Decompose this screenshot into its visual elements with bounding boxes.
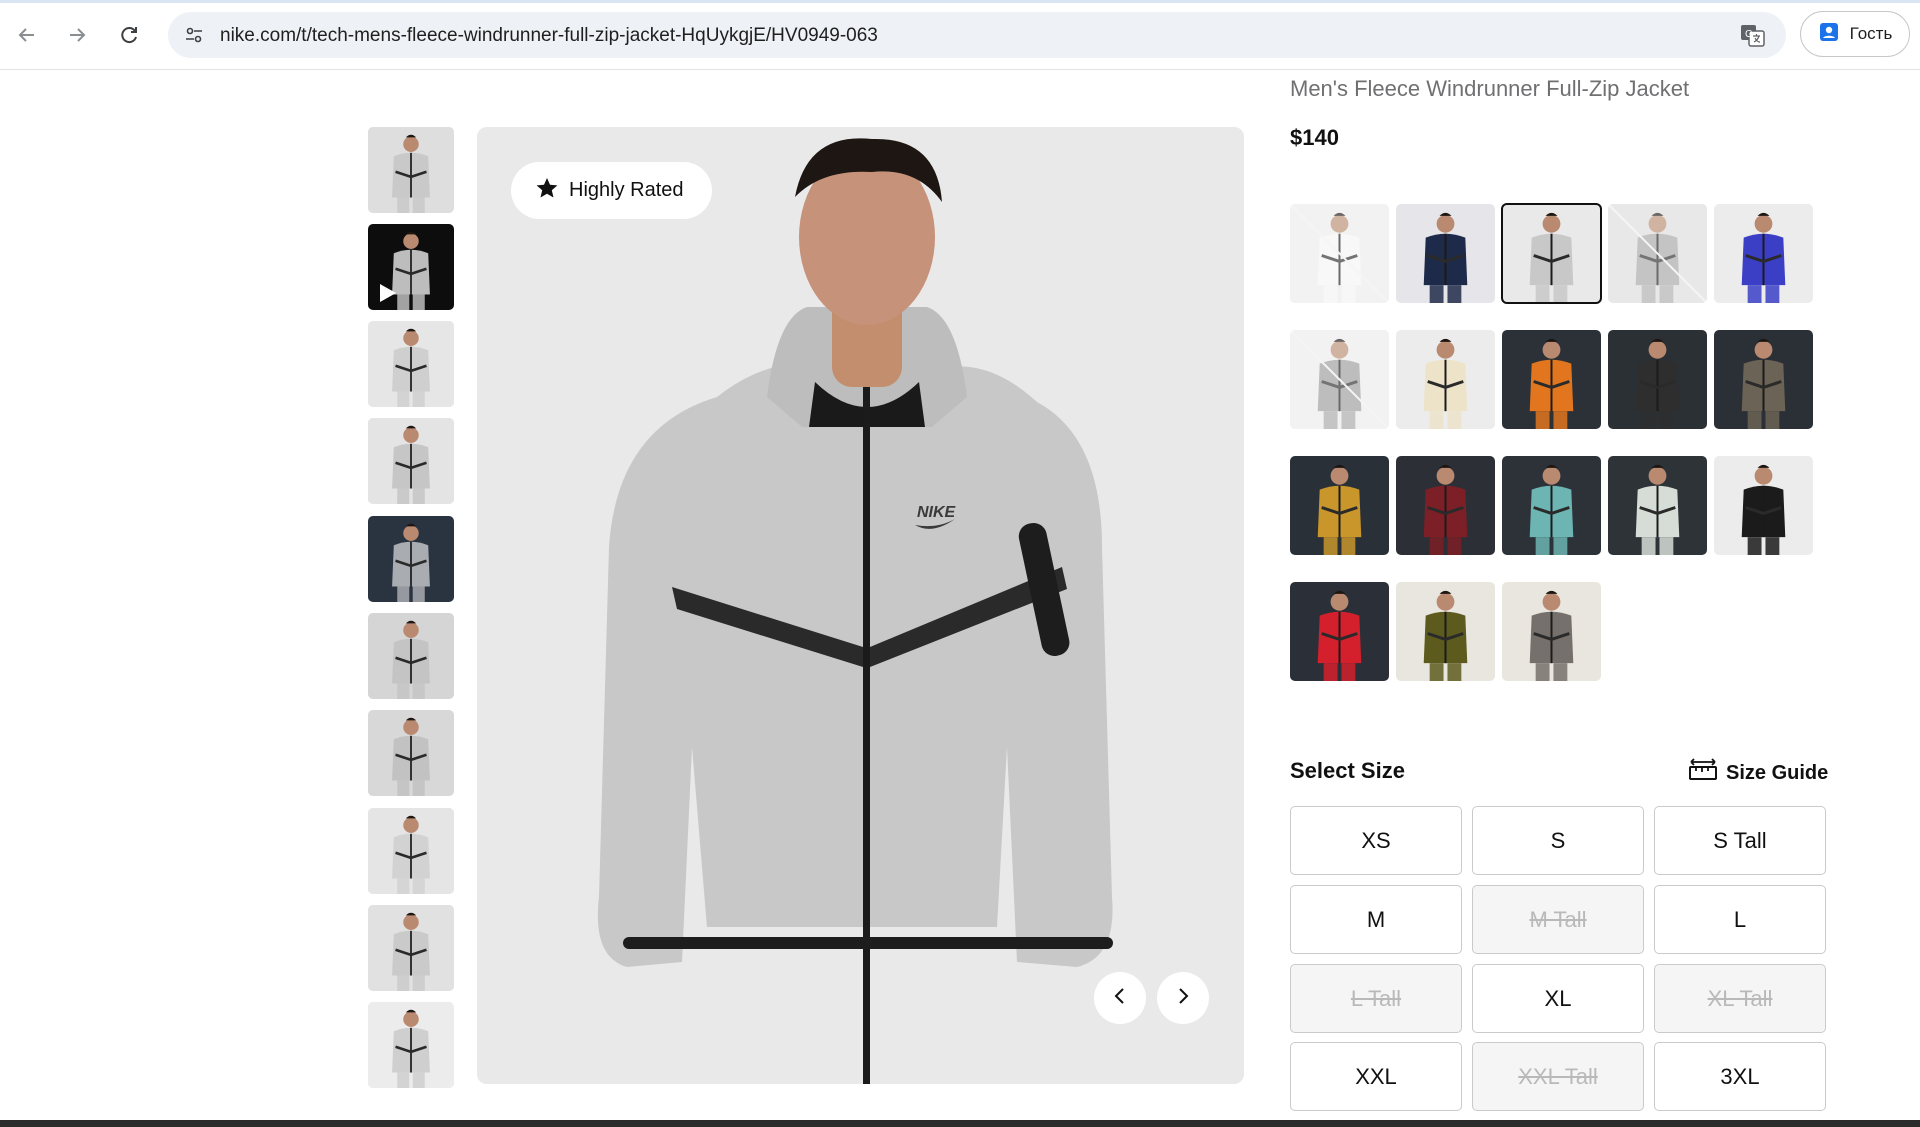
- reload-icon[interactable]: [111, 17, 147, 53]
- forward-arrow-icon[interactable]: [59, 17, 95, 53]
- size-option-xxl[interactable]: XXL: [1290, 1042, 1462, 1111]
- colorway-swatch-15[interactable]: [1714, 456, 1813, 555]
- size-option-l[interactable]: L: [1654, 885, 1826, 954]
- size-option-l-tall[interactable]: L Tall: [1290, 964, 1462, 1033]
- thumbnail-1[interactable]: [368, 127, 454, 213]
- svg-text:NIKE: NIKE: [917, 504, 957, 521]
- profile-label: Гость: [1849, 24, 1893, 43]
- thumbnail-9[interactable]: [368, 905, 454, 991]
- size-option-3xl[interactable]: 3XL: [1654, 1042, 1826, 1111]
- colorway-swatch-5[interactable]: [1714, 204, 1813, 303]
- size-option-xs[interactable]: XS: [1290, 806, 1462, 875]
- product-title: Men's Fleece Windrunner Full-Zip Jacket: [1290, 76, 1690, 101]
- size-option-xl-tall[interactable]: XL Tall: [1654, 964, 1826, 1033]
- select-size-heading: Select Size: [1290, 758, 1405, 783]
- colorway-swatch-11[interactable]: [1290, 456, 1389, 555]
- colorway-swatch-2[interactable]: [1396, 204, 1495, 303]
- thumbnail-6[interactable]: [368, 613, 454, 699]
- url-text[interactable]: nike.com/t/tech-mens-fleece-windrunner-f…: [220, 25, 878, 47]
- chevron-left-icon: [1110, 986, 1130, 1011]
- address-bar[interactable]: nike.com/t/tech-mens-fleece-windrunner-f…: [168, 12, 1786, 58]
- model-jacket-illustration: NIKE: [477, 127, 1244, 1084]
- play-icon: [376, 282, 398, 304]
- thumbnail-5[interactable]: [368, 516, 454, 602]
- ruler-icon: [1688, 758, 1718, 788]
- colorway-swatch-12[interactable]: [1396, 456, 1495, 555]
- size-guide-label: Size Guide: [1726, 761, 1829, 784]
- highly-rated-badge: Highly Rated: [511, 162, 712, 219]
- colorway-swatch-17[interactable]: [1396, 582, 1495, 681]
- profile-button[interactable]: Гость: [1800, 11, 1910, 57]
- size-option-s[interactable]: S: [1472, 806, 1644, 875]
- thumbnail-8[interactable]: [368, 808, 454, 894]
- site-info-icon[interactable]: [178, 19, 210, 51]
- colorway-swatch-8[interactable]: [1502, 330, 1601, 429]
- unavailable-slash-icon: [1290, 330, 1389, 429]
- colorway-swatch-18[interactable]: [1502, 582, 1601, 681]
- size-option-s-tall[interactable]: S Tall: [1654, 806, 1826, 875]
- next-image-button[interactable]: [1157, 972, 1209, 1024]
- translate-icon[interactable]: G: [1740, 23, 1766, 47]
- colorway-swatch-16[interactable]: [1290, 582, 1389, 681]
- thumbnail-3[interactable]: [368, 321, 454, 407]
- colorway-swatch-14[interactable]: [1608, 456, 1707, 555]
- product-price: $140: [1290, 125, 1339, 150]
- colorway-swatch-1[interactable]: [1290, 204, 1389, 303]
- size-option-m-tall[interactable]: M Tall: [1472, 885, 1644, 954]
- size-option-xl[interactable]: XL: [1472, 964, 1644, 1033]
- main-product-image[interactable]: NIKE Highly Rated: [477, 127, 1244, 1084]
- thumbnail-10[interactable]: [368, 1002, 454, 1088]
- colorway-swatch-4[interactable]: [1608, 204, 1707, 303]
- size-option-xxl-tall[interactable]: XXL Tall: [1472, 1042, 1644, 1111]
- size-guide-link[interactable]: Size Guide: [1688, 758, 1828, 788]
- thumbnail-4[interactable]: [368, 418, 454, 504]
- colorway-swatch-6[interactable]: [1290, 330, 1389, 429]
- previous-image-button[interactable]: [1094, 972, 1146, 1024]
- bottom-edge: [0, 1120, 1920, 1127]
- size-option-m[interactable]: M: [1290, 885, 1462, 954]
- colorway-swatch-10[interactable]: [1714, 330, 1813, 429]
- back-arrow-icon[interactable]: [9, 17, 45, 53]
- unavailable-slash-icon: [1290, 204, 1389, 303]
- colorway-swatch-9[interactable]: [1608, 330, 1707, 429]
- badge-label: Highly Rated: [569, 179, 684, 201]
- unavailable-slash-icon: [1608, 204, 1707, 303]
- star-icon: [535, 176, 559, 206]
- colorway-swatch-3[interactable]: [1501, 203, 1602, 304]
- thumbnail-2[interactable]: [368, 224, 454, 310]
- profile-icon: [1818, 21, 1840, 48]
- browser-toolbar: nike.com/t/tech-mens-fleece-windrunner-f…: [0, 0, 1920, 70]
- tab-strip-edge: [0, 0, 1920, 3]
- thumbnail-7[interactable]: [368, 710, 454, 796]
- colorway-swatch-7[interactable]: [1396, 330, 1495, 429]
- svg-text:G: G: [1745, 29, 1753, 40]
- chevron-right-icon: [1173, 986, 1193, 1011]
- colorway-swatch-13[interactable]: [1502, 456, 1601, 555]
